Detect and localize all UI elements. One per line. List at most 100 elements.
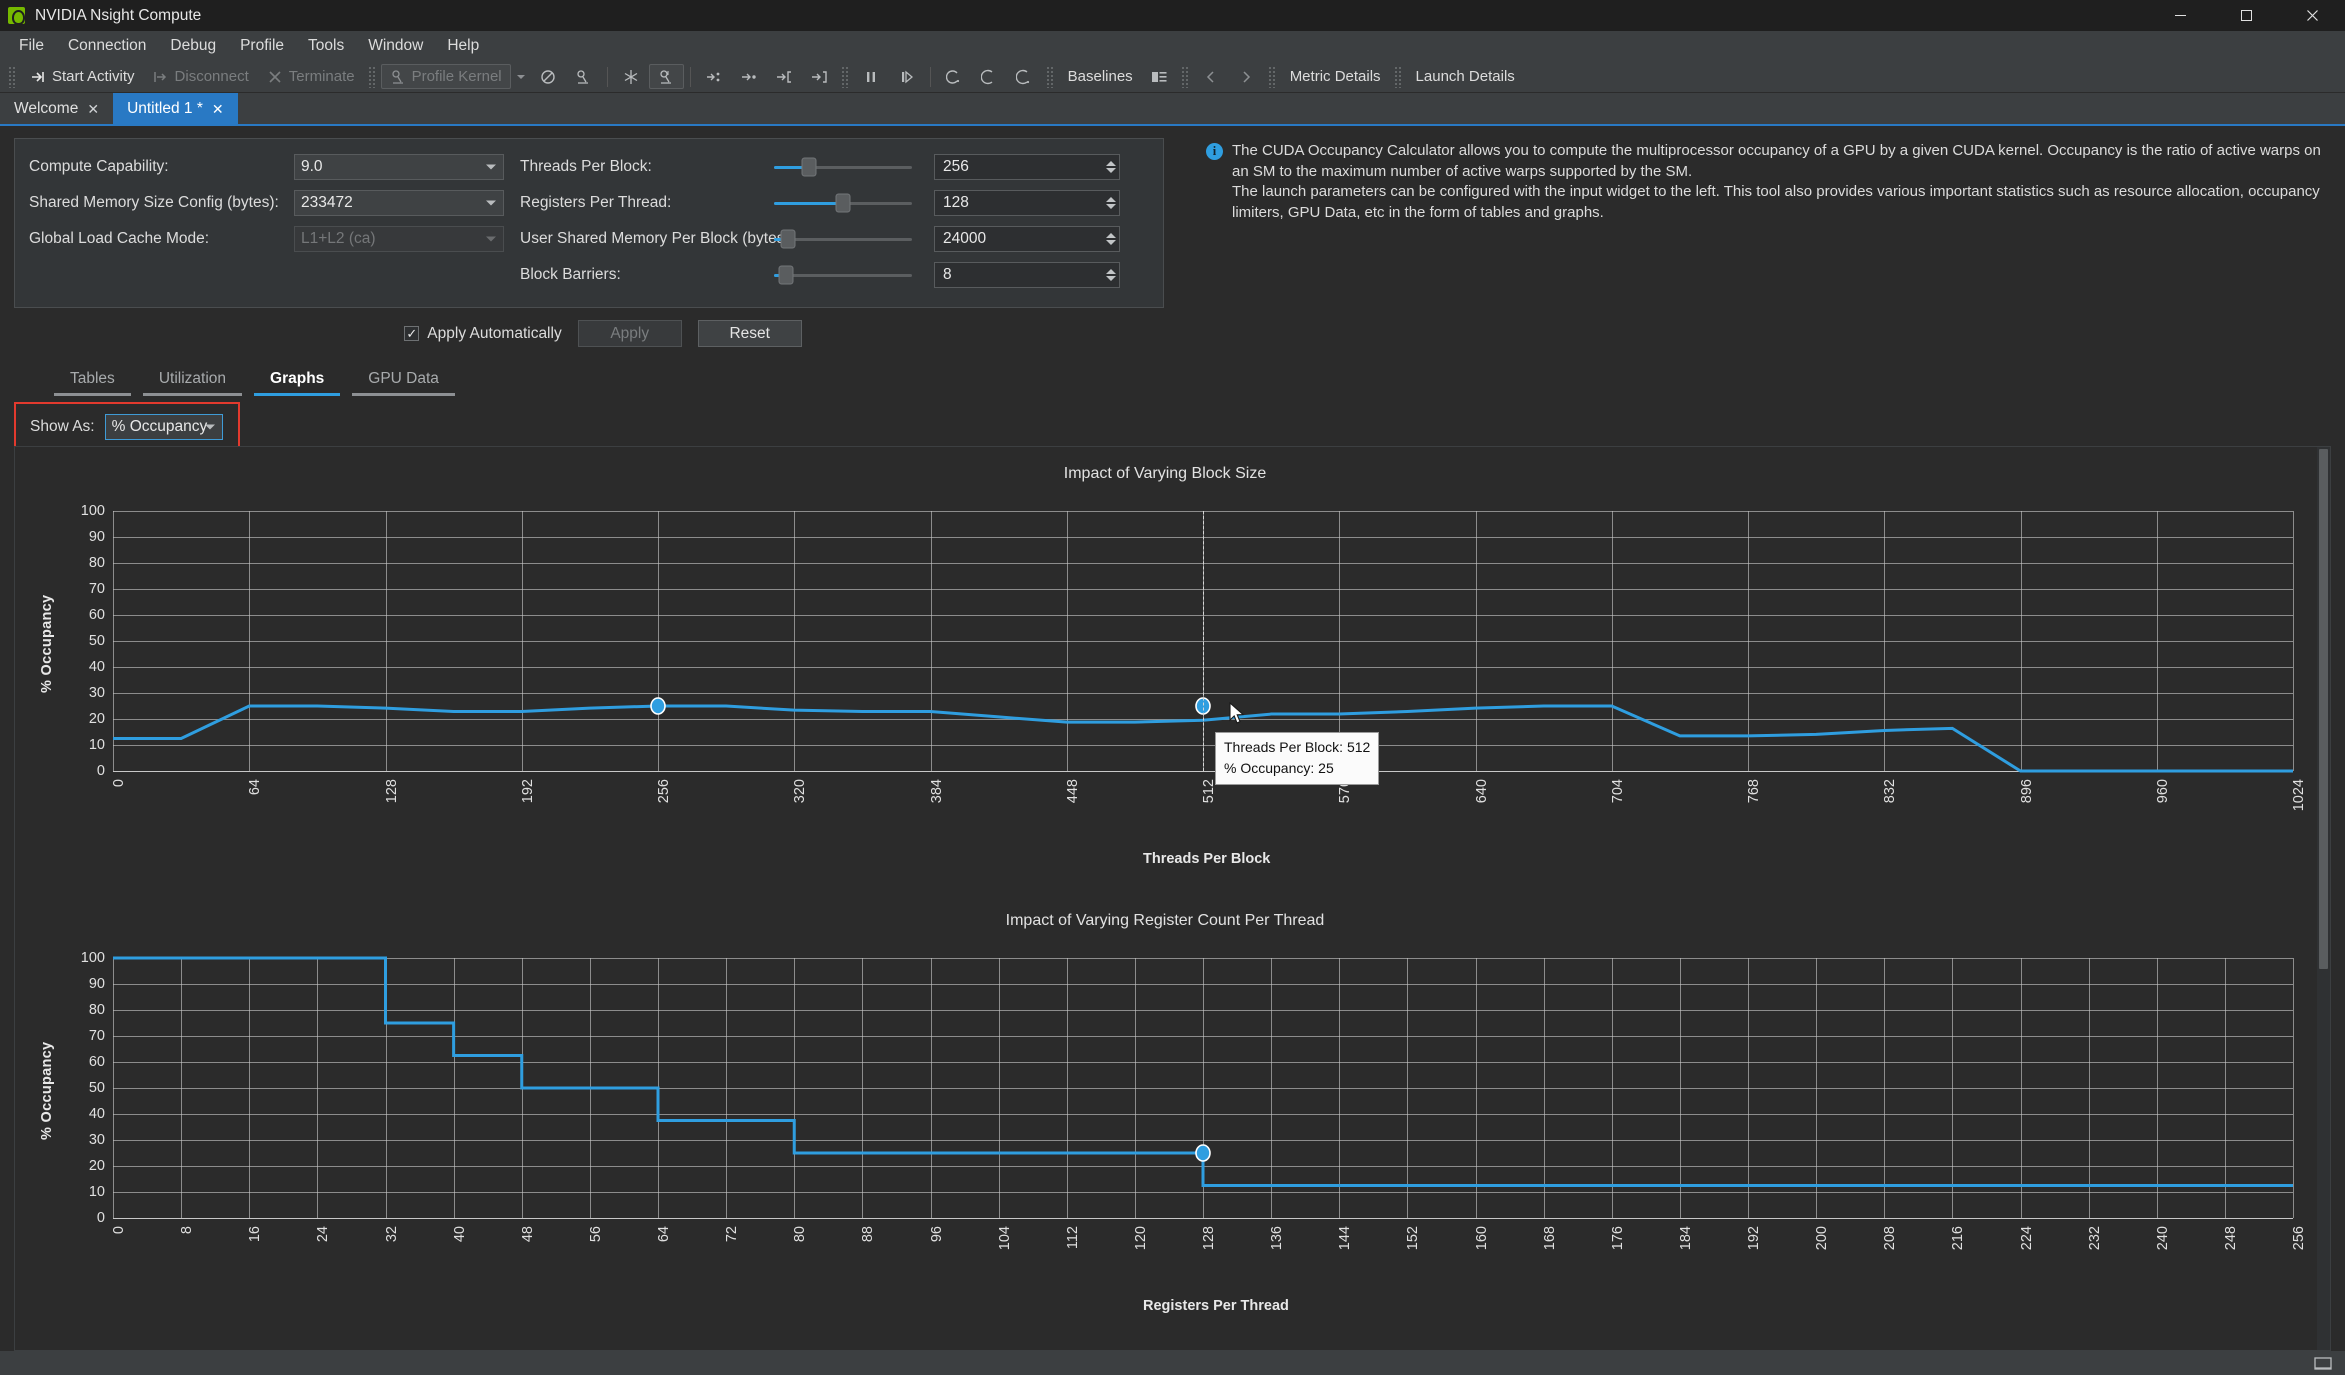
info-line-2: The launch parameters can be configured … xyxy=(1232,182,2335,223)
profile-kernel-button: Profile Kernel xyxy=(381,64,511,89)
global-load-cache-mode-value: L1+L2 (ca) xyxy=(301,230,376,248)
spinner-up-icon[interactable] xyxy=(1106,233,1116,238)
apply-automatically-checkbox[interactable]: ✓ Apply Automatically xyxy=(404,325,561,343)
step-in-button[interactable] xyxy=(697,64,732,89)
block-barriers-input[interactable]: 8 xyxy=(934,262,1120,288)
x-tick-label: 704 xyxy=(1610,779,1626,803)
threads-per-block-slider[interactable] xyxy=(774,154,912,180)
maximize-button[interactable] xyxy=(2213,0,2279,31)
baselines-manage-button[interactable] xyxy=(1142,64,1177,89)
x-tick-label: 56 xyxy=(588,1226,604,1242)
scrollbar-thumb[interactable] xyxy=(2319,449,2328,969)
spinner-arrows[interactable] xyxy=(1106,161,1116,173)
step-back-3-button[interactable] xyxy=(1007,64,1042,89)
toolbar-grip[interactable] xyxy=(8,66,17,88)
param-row-compute-capability: Compute Capability: 9.0 Threads Per Bloc… xyxy=(29,149,1149,185)
profile-series-button[interactable] xyxy=(566,64,601,89)
x-tick-label: 64 xyxy=(247,779,263,795)
menu-file[interactable]: File xyxy=(8,33,55,59)
toolbar-grip-7[interactable] xyxy=(1394,66,1403,88)
x-tick-label: 248 xyxy=(2223,1226,2239,1250)
spinner-arrows[interactable] xyxy=(1106,233,1116,245)
shared-memory-size-config-select[interactable]: 233472 xyxy=(294,190,504,216)
launch-details-label: Launch Details xyxy=(1416,68,1515,85)
tab-tables-label: Tables xyxy=(70,370,115,387)
compute-capability-select[interactable]: 9.0 xyxy=(294,154,504,180)
tab-utilization[interactable]: Utilization xyxy=(137,365,248,396)
block-barriers-slider[interactable] xyxy=(774,262,912,288)
global-load-cache-mode-label: Global Load Cache Mode: xyxy=(29,230,294,248)
checkmark-icon: ✓ xyxy=(404,326,419,341)
slider-handle[interactable] xyxy=(779,266,794,285)
registers-per-thread-input[interactable]: 128 xyxy=(934,190,1120,216)
pause-button[interactable] xyxy=(854,64,889,89)
menu-help[interactable]: Help xyxy=(436,33,490,59)
doc-tab-welcome[interactable]: Welcome ✕ xyxy=(0,93,113,124)
step-to-start-button[interactable] xyxy=(767,64,802,89)
freeze-button[interactable] xyxy=(614,64,649,89)
notification-icon[interactable] xyxy=(2313,1355,2333,1371)
minimize-button[interactable] xyxy=(2147,0,2213,31)
metric-details-button[interactable]: Metric Details xyxy=(1281,64,1390,89)
auto-profile-button[interactable] xyxy=(649,64,684,89)
doc-tab-untitled-1[interactable]: Untitled 1 * ✕ xyxy=(113,93,238,124)
spinner-down-icon[interactable] xyxy=(1106,276,1116,281)
close-icon[interactable]: ✕ xyxy=(212,102,224,116)
launch-details-button[interactable]: Launch Details xyxy=(1407,64,1524,89)
shared-memory-size-config-value: 233472 xyxy=(301,194,353,212)
start-activity-button[interactable]: Start Activity xyxy=(21,64,144,89)
compute-capability-value: 9.0 xyxy=(301,158,323,176)
user-shared-memory-per-block-slider[interactable] xyxy=(774,226,912,252)
slider-handle[interactable] xyxy=(780,230,795,249)
slider-handle[interactable] xyxy=(836,194,851,213)
x-tick-label: 88 xyxy=(860,1226,876,1242)
spinner-arrows[interactable] xyxy=(1106,197,1116,209)
tab-tables[interactable]: Tables xyxy=(48,365,137,396)
resume-icon xyxy=(898,68,915,85)
registers-per-thread-slider[interactable] xyxy=(774,190,912,216)
menu-connection[interactable]: Connection xyxy=(57,33,157,59)
tab-graphs[interactable]: Graphs xyxy=(248,365,346,396)
close-button[interactable] xyxy=(2279,0,2345,31)
registers-per-thread-label: Registers Per Thread: xyxy=(504,194,774,212)
param-row-block-barriers: Block Barriers: 8 xyxy=(29,257,1149,293)
step-back-2-button[interactable] xyxy=(972,64,1007,89)
close-icon[interactable]: ✕ xyxy=(87,102,99,116)
show-as-select[interactable]: % Occupancy xyxy=(105,414,223,440)
reset-button[interactable]: Reset xyxy=(698,320,802,347)
resume-button[interactable] xyxy=(889,64,924,89)
tab-gpu-data[interactable]: GPU Data xyxy=(346,365,461,396)
menu-window[interactable]: Window xyxy=(357,33,434,59)
spinner-down-icon[interactable] xyxy=(1106,204,1116,209)
x-tick-label: 40 xyxy=(452,1226,468,1242)
toolbar-grip-4[interactable] xyxy=(1046,66,1055,88)
spinner-up-icon[interactable] xyxy=(1106,269,1116,274)
toolbar-grip-6[interactable] xyxy=(1268,66,1277,88)
nav-forward-button[interactable] xyxy=(1229,64,1264,89)
spinner-up-icon[interactable] xyxy=(1106,161,1116,166)
spinner-down-icon[interactable] xyxy=(1106,168,1116,173)
toolbar-grip-5[interactable] xyxy=(1181,66,1190,88)
user-shared-memory-per-block-input[interactable]: 24000 xyxy=(934,226,1120,252)
spinner-down-icon[interactable] xyxy=(1106,240,1116,245)
menu-profile[interactable]: Profile xyxy=(229,33,295,59)
step-over-button[interactable] xyxy=(732,64,767,89)
charts-scrollbar[interactable] xyxy=(2317,447,2330,1350)
profile-kernel-dropdown[interactable] xyxy=(511,71,531,83)
chevron-down-icon xyxy=(205,425,215,430)
nav-back-button[interactable] xyxy=(1194,64,1229,89)
slider-handle[interactable] xyxy=(801,158,816,177)
menu-tools[interactable]: Tools xyxy=(297,33,355,59)
menu-debug[interactable]: Debug xyxy=(159,33,227,59)
step-to-end-button[interactable] xyxy=(802,64,837,89)
threads-per-block-input[interactable]: 256 xyxy=(934,154,1120,180)
stop-profiling-button[interactable] xyxy=(531,64,566,89)
toolbar-grip-3[interactable] xyxy=(841,66,850,88)
x-tick-label: 128 xyxy=(1201,1226,1217,1250)
step-over-icon xyxy=(741,68,758,85)
spinner-arrows[interactable] xyxy=(1106,269,1116,281)
toolbar-grip-2[interactable] xyxy=(368,66,377,88)
spinner-up-icon[interactable] xyxy=(1106,197,1116,202)
step-back-button[interactable] xyxy=(937,64,972,89)
baselines-button[interactable]: Baselines xyxy=(1059,64,1142,89)
